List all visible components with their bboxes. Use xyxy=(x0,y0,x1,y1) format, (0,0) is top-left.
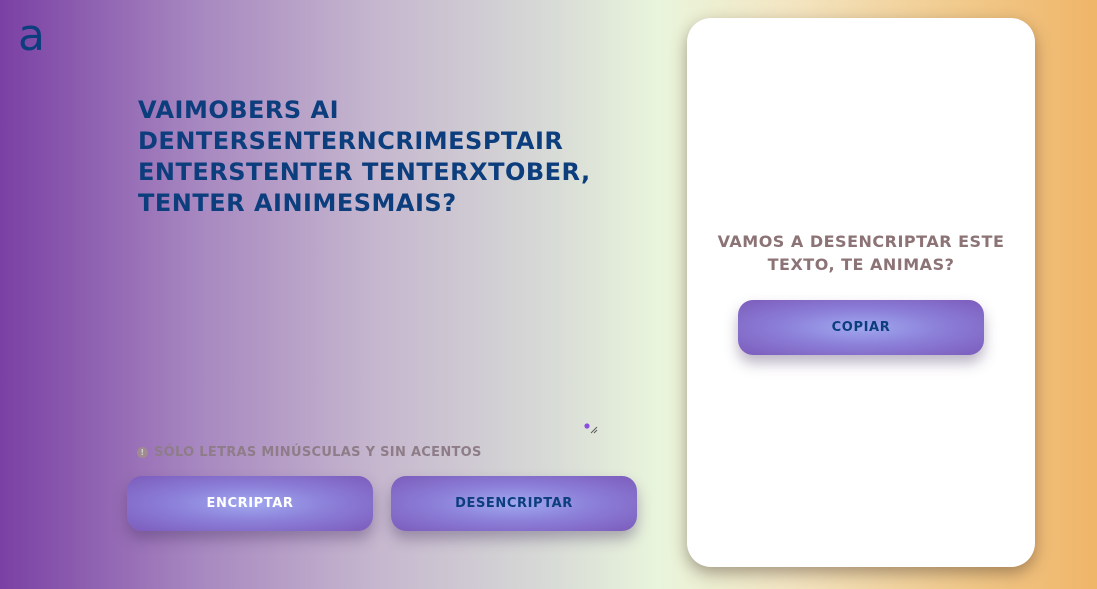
hint-text: Sólo letras minúsculas y sin acentos xyxy=(154,445,482,460)
output-panel: Vamos a desencriptar este texto, te anim… xyxy=(687,18,1035,567)
decrypt-button[interactable]: Desencriptar xyxy=(391,476,637,531)
info-icon: ! xyxy=(137,447,148,458)
input-hint: ! Sólo letras minúsculas y sin acentos xyxy=(137,445,482,460)
encrypt-button[interactable]: Encriptar xyxy=(127,476,373,531)
copy-button[interactable]: Copiar xyxy=(738,300,984,355)
app-logo: a xyxy=(18,10,45,61)
text-input[interactable]: vaimobers ai dentersenterncrimesptair en… xyxy=(138,95,598,435)
resize-handle-icon[interactable] xyxy=(584,422,598,434)
output-message: Vamos a desencriptar este texto, te anim… xyxy=(717,232,1005,274)
